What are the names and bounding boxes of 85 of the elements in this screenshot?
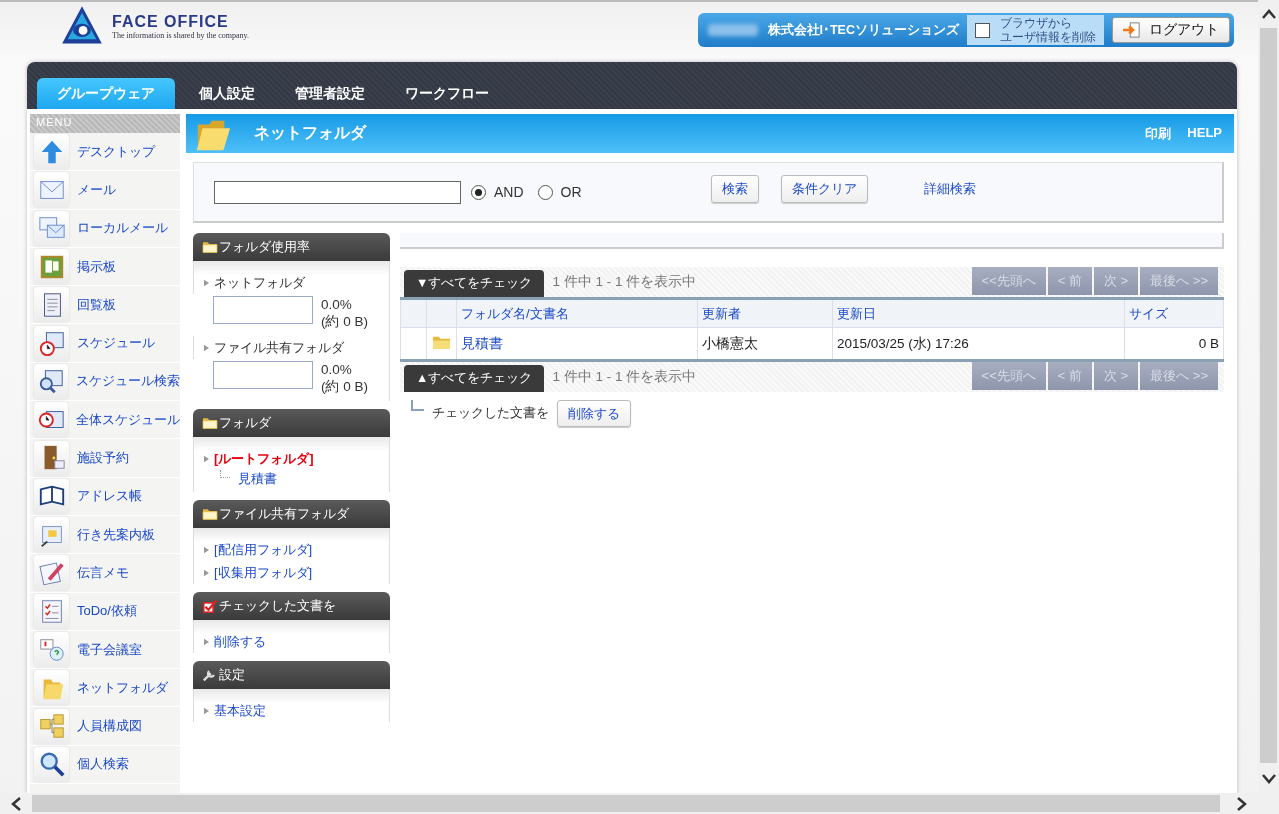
folder-icon	[432, 334, 451, 350]
panel-title: 設定	[219, 666, 245, 684]
menu-link[interactable]: 掲示板	[77, 257, 116, 276]
folder-name: ファイル共有フォルダ	[214, 338, 344, 357]
check-all-button[interactable]: ▲すべてをチェック	[404, 365, 545, 392]
radio-label: OR	[560, 184, 582, 200]
menu-link[interactable]: 全体スケジュール	[76, 410, 180, 429]
bullet-icon	[204, 278, 209, 287]
menu-link[interactable]: 人員構成図	[77, 717, 142, 736]
radio-button[interactable]	[537, 184, 553, 200]
menu-link[interactable]: 回覧板	[77, 295, 116, 314]
radio-button[interactable]	[471, 184, 486, 200]
menu-link[interactable]: 施設予約	[77, 449, 129, 467]
logo-tagline: The information is shared by the company.	[112, 30, 249, 40]
wrench-icon	[202, 668, 218, 682]
result-count: 1 件中 1 - 1 件を表示中	[552, 273, 697, 291]
menu-link[interactable]: スケジュール	[77, 334, 155, 353]
nav-tab[interactable]: ワークフロー	[389, 78, 505, 109]
column-header[interactable]: 更新者	[697, 298, 833, 328]
folder-link[interactable]: 削除する	[214, 632, 266, 651]
menu-link[interactable]: 行き先案内板	[77, 525, 155, 544]
checkbox-label: ブラウザから ユーザ情報を削除	[1000, 16, 1096, 44]
checkbox[interactable]	[975, 22, 990, 38]
company-name: 株式会社I･TECソリューションズ	[767, 21, 959, 39]
calendar-clock-icon	[37, 329, 66, 358]
delete-button[interactable]: 削除する	[557, 400, 631, 427]
bullet-icon	[204, 343, 209, 352]
menu-link[interactable]: 伝言メモ	[77, 563, 129, 582]
menu-header: MENU	[30, 114, 180, 133]
folders-chart-icon	[37, 712, 66, 741]
folder-link[interactable]: 見積書	[238, 470, 277, 488]
blurred-name	[707, 24, 758, 36]
checkbox-tick-icon	[202, 599, 218, 613]
advanced-search-link[interactable]: 詳細検索	[923, 180, 976, 198]
logout-button[interactable]: ログアウト	[1112, 17, 1230, 43]
result-count: 1 件中 1 - 1 件を表示中	[552, 368, 697, 386]
panel-title: フォルダ	[219, 414, 271, 432]
menu-link[interactable]: ローカルメール	[77, 219, 168, 238]
menu-link[interactable]: メール	[77, 180, 116, 199]
column-header[interactable]: サイズ	[1124, 298, 1224, 328]
panel-title: フォルダ使用率	[219, 238, 310, 256]
scroll-left-icon[interactable]	[10, 795, 22, 812]
panel-title: チェックした文書を	[219, 597, 336, 615]
logo-wordmark: FACE OFFICE	[112, 12, 230, 31]
scroll-right-icon[interactable]	[1236, 795, 1248, 812]
column-header[interactable]: 更新日	[832, 298, 1125, 328]
folder-name: ネットフォルダ	[214, 273, 305, 292]
search-button[interactable]: 検索	[710, 175, 759, 203]
nav-tab[interactable]: 管理者設定	[279, 78, 381, 109]
action-label: チェックした文書を	[432, 405, 549, 422]
search-field[interactable]	[214, 180, 461, 204]
menu-link[interactable]: スケジュール検索	[76, 372, 180, 391]
bullet-icon	[204, 568, 209, 577]
menu-link[interactable]: アドレス帳	[77, 487, 142, 506]
scroll-up-icon[interactable]	[1260, 8, 1277, 20]
calendar-search-icon	[37, 367, 65, 396]
page-title: ネットフォルダ	[254, 123, 366, 143]
menu-link[interactable]: ToDo/依頼	[77, 602, 137, 621]
menu-link[interactable]: デスクトップ	[77, 142, 155, 161]
bullet-icon	[204, 454, 209, 463]
menu-link[interactable]: 個人検索	[77, 755, 129, 774]
folder-link[interactable]: [ルートフォルダ]	[214, 449, 314, 468]
bullet-icon	[204, 706, 209, 715]
usage-size: (約 0 B)	[321, 378, 368, 395]
nav-tab[interactable]: 個人設定	[183, 78, 271, 109]
panel-title: ファイル共有フォルダ	[219, 505, 349, 523]
usage-percent: 0.0%	[321, 296, 353, 313]
search-button[interactable]: 条件クリア	[780, 175, 868, 203]
bullet-icon	[204, 637, 209, 646]
folder-icon	[202, 240, 218, 254]
folder-link[interactable]: [配信用フォルダ]	[214, 540, 313, 559]
logout-icon	[1121, 22, 1143, 38]
folder-icon	[202, 416, 218, 430]
scroll-down-icon[interactable]	[1260, 773, 1277, 785]
bullet-icon	[204, 545, 209, 554]
radio-label: AND	[494, 184, 524, 200]
menu-link[interactable]: 電子会議室	[77, 640, 142, 659]
folder-link[interactable]: [収集用フォルダ]	[214, 563, 313, 582]
usage-size: (約 0 B)	[321, 313, 368, 330]
menu-link[interactable]: ネットフォルダ	[77, 678, 168, 697]
column-header[interactable]: フォルダ名/文書名	[456, 298, 698, 328]
check-all-button[interactable]: ▼すべてをチェック	[404, 270, 545, 297]
folder-link[interactable]: 基本設定	[214, 701, 266, 720]
folder-icon	[202, 507, 218, 521]
usage-percent: 0.0%	[321, 361, 353, 378]
